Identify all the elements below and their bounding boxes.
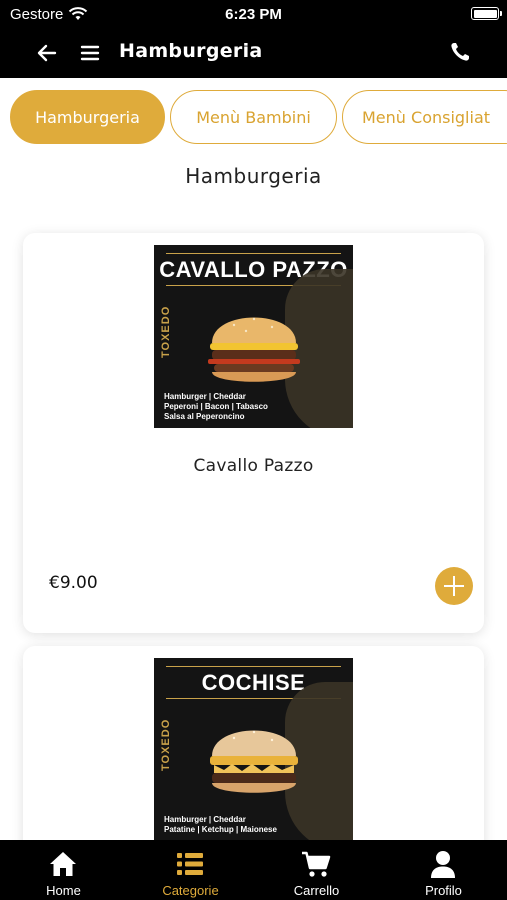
home-icon	[50, 852, 76, 876]
cart-icon	[302, 851, 331, 877]
product-price: €9.00	[49, 573, 98, 593]
hamburger-menu-icon[interactable]	[79, 42, 101, 64]
category-tabs: Hamburgeria Menù Bambini Menù Consigliat	[0, 78, 507, 158]
brand-logo: TOXEDO	[160, 305, 172, 359]
product-image[interactable]: COCHISE TOXEDO Hamburger | Cheddar Patat…	[154, 658, 353, 841]
clock: 6:23 PM	[225, 6, 282, 23]
status-bar: Gestore 6:23 PM	[0, 0, 507, 30]
page-title: Hamburgeria	[119, 40, 263, 62]
phone-icon[interactable]	[449, 41, 471, 63]
nav-categorie[interactable]: Categorie	[127, 840, 254, 900]
tab-menu-consigliati[interactable]: Menù Consigliat	[342, 90, 507, 144]
nav-label: Categorie	[162, 883, 219, 898]
brand-logo: TOXEDO	[160, 718, 172, 772]
product-image[interactable]: CAVALLO PAZZO TOXEDO Hamburger | Cheddar…	[154, 245, 353, 428]
nav-label: Profilo	[425, 883, 462, 898]
nav-home[interactable]: Home	[0, 840, 127, 900]
ingredients-list: Hamburger | Cheddar Patatine | Ketchup |…	[164, 815, 277, 834]
image-divider	[166, 253, 341, 254]
burger-illustration	[210, 730, 298, 793]
image-divider	[166, 666, 341, 667]
app-bar: Hamburgeria	[0, 30, 507, 78]
burger-illustration	[208, 317, 300, 382]
product-name: Cavallo Pazzo	[193, 456, 314, 476]
section-title: Hamburgeria	[185, 164, 322, 188]
ingredients-list: Hamburger | Cheddar Peperoni | Bacon | T…	[164, 392, 268, 421]
bottom-navigation: Home Categorie Carrello Profilo	[0, 840, 507, 900]
nav-label: Home	[46, 883, 81, 898]
battery-icon	[471, 7, 502, 20]
back-arrow-icon[interactable]	[36, 42, 58, 64]
nav-label: Carrello	[293, 883, 340, 898]
tab-hamburgeria[interactable]: Hamburgeria	[10, 90, 165, 144]
tab-menu-bambini[interactable]: Menù Bambini	[170, 90, 337, 144]
nav-carrello[interactable]: Carrello	[253, 840, 380, 900]
product-card[interactable]: CAVALLO PAZZO TOXEDO Hamburger | Cheddar…	[23, 233, 484, 633]
list-icon	[177, 853, 203, 875]
nav-profilo[interactable]: Profilo	[380, 840, 507, 900]
add-to-cart-button[interactable]	[435, 567, 473, 605]
user-icon	[431, 851, 455, 878]
